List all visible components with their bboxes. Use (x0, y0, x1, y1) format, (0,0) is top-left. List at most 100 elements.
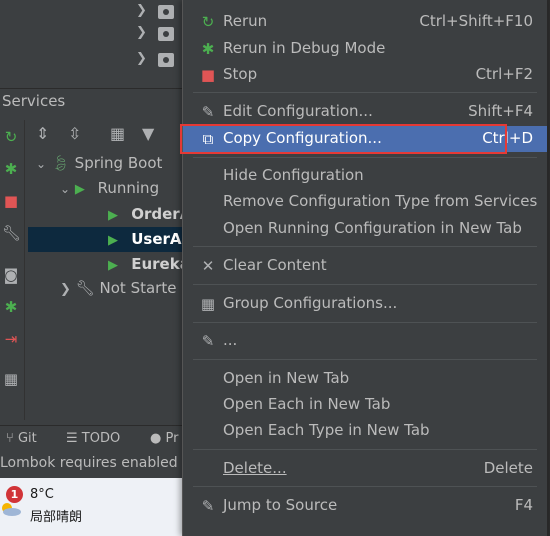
chevron-right-icon[interactable]: ❯ (136, 3, 147, 18)
services-toolbar: ⇕ ⇳ ▦ ▼ (28, 120, 182, 150)
run-icon: ▶ (108, 208, 118, 223)
expand-all-icon[interactable]: ⇕ (36, 124, 49, 143)
group-icon[interactable]: ▦ (110, 124, 125, 143)
tree-node-spring-boot[interactable]: ⌄ 🍃︎ Spring Boot (36, 154, 162, 178)
menu-item-shortcut: Shift+F4 (468, 102, 533, 120)
temperature: 8°C (30, 487, 54, 502)
menu-item-label: Group Configurations... (223, 294, 398, 312)
menu-item-jump-to-source[interactable]: ✎ Jump to Source F4 (183, 493, 547, 519)
camera-icon[interactable]: ◙ (2, 266, 20, 284)
group-icon: ▦ (200, 295, 216, 313)
run-icon: ▶ (74, 182, 85, 197)
menu-separator (193, 92, 537, 93)
menu-item-stop[interactable]: ■ Stop Ctrl+F2 (183, 62, 547, 88)
menu-item-rerun[interactable]: ↻ Rerun Ctrl+Shift+F10 (183, 9, 547, 35)
bottom-tool-tabs: ⑂ Git ☰ TODO ● Pr (0, 425, 182, 452)
menu-item-label: Rerun (223, 12, 268, 30)
debug-icon[interactable]: ✱ (2, 160, 20, 178)
collapse-all-icon[interactable]: ⇳ (68, 124, 81, 143)
menu-item-rerun-debug[interactable]: ✱ Rerun in Debug Mode (183, 36, 547, 62)
jump-icon: ✎ (201, 497, 215, 515)
run-icon: ▶ (108, 233, 118, 248)
services-title: Services (2, 92, 66, 110)
folder-icon (158, 5, 174, 19)
project-tree: ❯ ❯ ❯ (0, 0, 182, 88)
chevron-right-icon[interactable]: ❯ (136, 51, 147, 66)
chevron-down-icon[interactable]: ⌄ (36, 157, 46, 171)
menu-separator (193, 284, 537, 285)
menu-item-shortcut: Delete (483, 459, 533, 477)
taskbar-weather[interactable]: 1 8°C 局部晴朗 (0, 478, 182, 536)
menu-item-open-in-new-tab[interactable]: Open in New Tab (183, 366, 547, 392)
wrench-icon[interactable]: 🔧︎ (2, 224, 21, 242)
services-side-toolbar: ↻ ✱ ■ 🔧︎ ◙ ✱ ⇥ ▦ (0, 120, 25, 420)
layout-icon[interactable]: ▦ (2, 370, 20, 388)
tree-node-not-started[interactable]: ❯ 🔧︎ Not Starte (60, 279, 176, 303)
tab-todo[interactable]: ☰ TODO (66, 431, 120, 446)
list-icon: ☰ (66, 431, 78, 446)
status-message[interactable]: Lombok requires enabled (0, 455, 178, 471)
rerun-icon[interactable]: ↻ (2, 128, 20, 146)
exit-icon[interactable]: ⇥ (2, 330, 20, 348)
notification-badge: 1 (6, 486, 23, 503)
menu-item-clear-content[interactable]: ✕ Clear Content (183, 253, 547, 279)
info-icon: ● (150, 431, 162, 446)
menu-item-label: Edit Configuration... (223, 102, 373, 120)
chevron-right-icon[interactable]: ❯ (60, 282, 71, 297)
menu-item-label: Open Each in New Tab (223, 395, 391, 413)
weather-cloud-icon (2, 503, 21, 516)
spring-icon: 🍃︎ (50, 154, 70, 172)
menu-item-label: Clear Content (223, 256, 327, 274)
menu-item-open-running-config[interactable]: Open Running Configuration in New Tab (183, 216, 547, 242)
services-header: Services (0, 88, 182, 115)
menu-item-label: Stop (223, 65, 258, 83)
menu-item-edit-configuration[interactable]: ✎ Edit Configuration... Shift+F4 (183, 99, 547, 125)
tree-node-app[interactable]: ▶ OrderA (108, 205, 191, 229)
menu-item-rename[interactable]: ✎ ... (183, 328, 547, 354)
menu-separator (193, 486, 537, 487)
tab-problems-label: Pr (165, 431, 179, 446)
menu-item-group-configurations[interactable]: ▦ Group Configurations... (183, 291, 547, 317)
stop-icon: ■ (200, 66, 216, 84)
menu-item-remove-configuration-type[interactable]: Remove Configuration Type from Services (183, 189, 547, 215)
tab-problems[interactable]: ● Pr (150, 431, 178, 446)
filter-icon[interactable]: ▼ (142, 124, 154, 143)
wrench-icon: 🔧︎ (75, 279, 95, 297)
debug-attach-icon[interactable]: ✱ (2, 298, 20, 316)
running-label: Running (97, 179, 160, 197)
menu-item-label: Open in New Tab (223, 369, 350, 387)
stop-icon[interactable]: ■ (2, 192, 20, 210)
menu-item-label: Open Each Type in New Tab (223, 421, 430, 439)
run-icon: ▶ (108, 258, 118, 273)
folder-icon (158, 27, 174, 41)
weather-condition: 局部晴朗 (30, 510, 83, 525)
menu-item-label: Rerun in Debug Mode (223, 39, 386, 57)
menu-item-label: Remove Configuration Type from Services (223, 192, 538, 210)
menu-item-label: ... (223, 331, 238, 349)
menu-item-label: Open Running Configuration in New Tab (223, 219, 522, 237)
status-bar: Lombok requires enabled (0, 452, 182, 476)
menu-item-label: Jump to Source (223, 496, 338, 514)
tree-node-app[interactable]: ▶ Eureka (108, 255, 190, 279)
tab-todo-label: TODO (81, 431, 121, 446)
close-icon: ✕ (201, 257, 215, 275)
menu-item-shortcut: F4 (514, 496, 533, 514)
menu-separator (193, 322, 537, 323)
chevron-right-icon[interactable]: ❯ (136, 25, 147, 40)
chevron-down-icon[interactable]: ⌄ (60, 182, 70, 196)
rerun-icon: ↻ (201, 13, 215, 31)
menu-item-hide-configuration[interactable]: Hide Configuration (183, 163, 547, 189)
menu-item-shortcut: Ctrl+F2 (475, 65, 533, 83)
spring-boot-label: Spring Boot (74, 154, 163, 172)
tree-node-running[interactable]: ⌄ ▶ Running (60, 179, 159, 203)
menu-separator (193, 449, 537, 450)
tree-row[interactable]: ❯ (0, 22, 182, 48)
menu-item-open-each-type-in-new-tab[interactable]: Open Each Type in New Tab (183, 418, 547, 444)
annotation-highlight-box (180, 124, 507, 154)
menu-item-open-each-in-new-tab[interactable]: Open Each in New Tab (183, 392, 547, 418)
tab-git[interactable]: ⑂ Git (6, 431, 37, 446)
menu-item-delete[interactable]: Delete... Delete (183, 456, 547, 482)
tree-row[interactable]: ❯ (0, 48, 182, 74)
tree-node-app[interactable]: ▶ UserAp (108, 230, 192, 254)
menu-separator (193, 359, 537, 360)
